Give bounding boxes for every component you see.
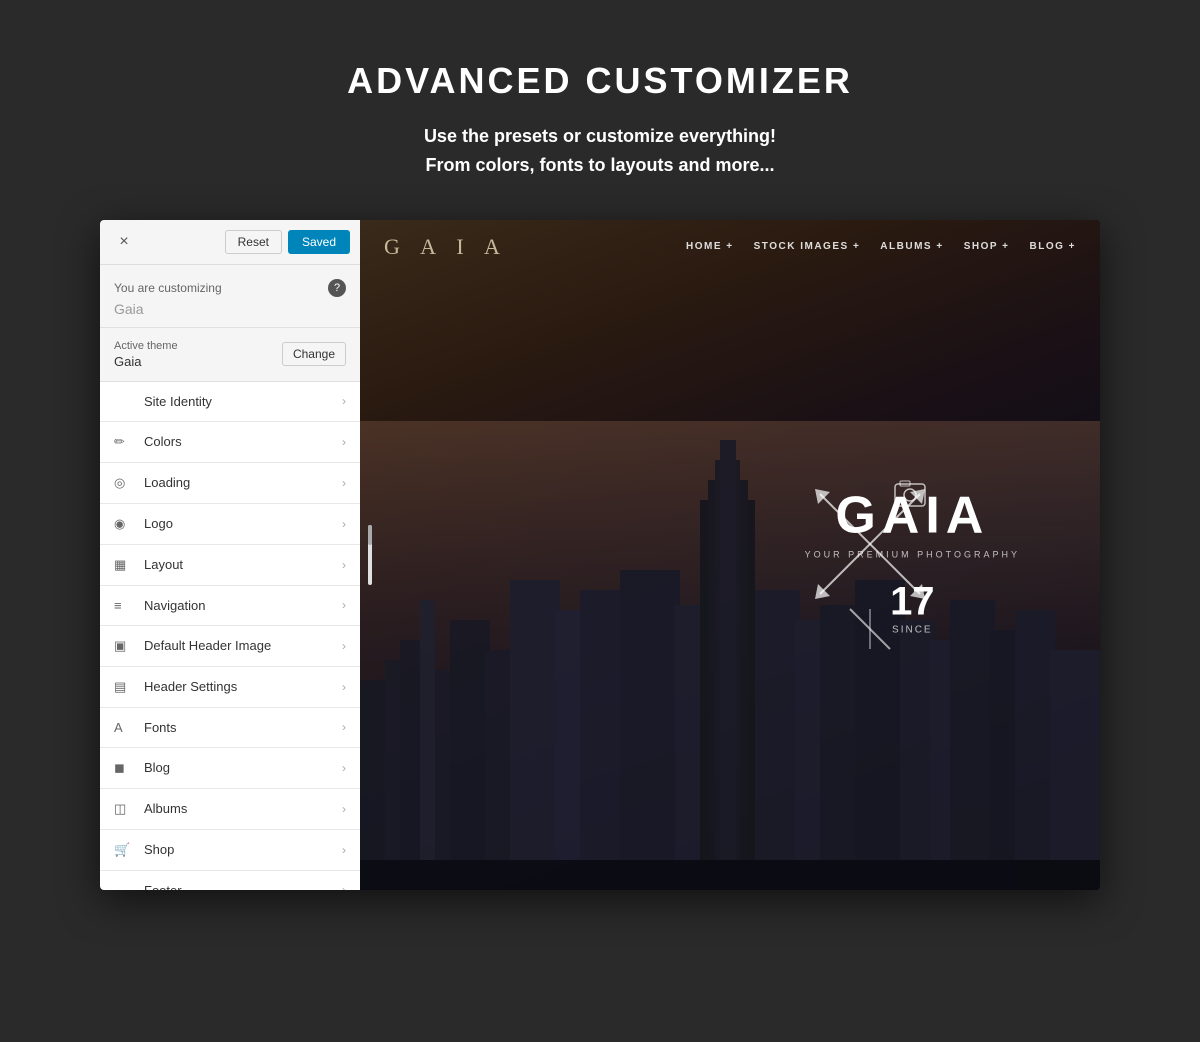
customizing-label-row: You are customizing ? [114,279,346,297]
menu-item-layout[interactable]: ▦ Layout › [100,545,360,586]
preview-tagline: YOUR PREMIUM PHOTOGRAPHY [805,549,1020,559]
menu-item-label-albums: Albums [144,801,342,816]
preview-nav-link-2: ALBUMS + [880,241,943,252]
menu-item-arrow-navigation: › [342,598,346,612]
customizer-wrapper: × Reset Saved You are customizing ? Gaia… [100,220,1100,890]
theme-section: Active theme Gaia Change [100,328,360,382]
menu-item-shop[interactable]: 🛒 Shop › [100,830,360,871]
menu-item-label-shop: Shop [144,842,342,857]
menu-item-arrow-albums: › [342,802,346,816]
menu-item-icon-default-header-image: ▣ [114,638,134,654]
preview-nav-link-0: HOME + [686,241,734,252]
scroll-indicator[interactable] [368,525,372,585]
menu-item-icon-fonts: A [114,720,134,735]
menu-item-fonts[interactable]: A Fonts › [100,708,360,748]
menu-item-icon-header-settings: ▤ [114,679,134,695]
menu-item-label-loading: Loading [144,475,342,490]
theme-info: Active theme Gaia [114,340,178,369]
menu-item-colors[interactable]: ✏ Colors › [100,422,360,463]
page-header: ADVANCED CUSTOMIZER Use the presets or c… [327,0,873,220]
menu-item-icon-albums: ◫ [114,801,134,817]
preview-site-title: GAIA [805,489,1020,541]
menu-item-arrow-loading: › [342,476,346,490]
menu-item-arrow-fonts: › [342,720,346,734]
menu-item-icon-colors: ✏ [114,434,134,450]
menu-item-arrow-blog: › [342,761,346,775]
menu-item-arrow-default-header-image: › [342,639,346,653]
preview-nav-links: HOME + STOCK IMAGES + ALBUMS + SHOP + BLOG + [686,241,1076,252]
help-icon[interactable]: ? [328,279,346,297]
close-button[interactable]: × [110,228,138,256]
menu-item-arrow-layout: › [342,558,346,572]
theme-name: Gaia [114,354,178,369]
menu-item-arrow-shop: › [342,843,346,857]
preview-background: G A I A HOME + STOCK IMAGES + ALBUMS + SHOP… [360,220,1100,890]
menu-item-icon-footer: — [114,883,134,890]
menu-item-albums[interactable]: ◫ Albums › [100,789,360,830]
reset-button[interactable]: Reset [225,230,282,254]
preview-logo: G A I A [384,234,508,260]
preview-since: SINCE [805,624,1020,635]
menu-item-default-header-image[interactable]: ▣ Default Header Image › [100,626,360,667]
menu-item-label-logo: Logo [144,516,342,531]
menu-item-arrow-site-identity: › [342,394,346,408]
preview-nav-link-3: SHOP + [964,241,1010,252]
change-theme-button[interactable]: Change [282,342,346,366]
menu-item-arrow-colors: › [342,435,346,449]
menu-item-label-colors: Colors [144,434,342,449]
scroll-thumb [368,525,372,545]
menu-item-icon-loading: ◎ [114,475,134,491]
preview-content: GAIA YOUR PREMIUM PHOTOGRAPHY 17 SINCE [805,489,1020,635]
menu-item-site-identity[interactable]: Site Identity › [100,382,360,422]
customizing-section: You are customizing ? Gaia [100,265,360,328]
page-subtitle: Use the presets or customize everything!… [347,122,853,180]
menu-item-icon-layout: ▦ [114,557,134,573]
menu-item-icon-navigation: ≡ [114,598,134,613]
menu-item-navigation[interactable]: ≡ Navigation › [100,586,360,626]
menu-item-loading[interactable]: ◎ Loading › [100,463,360,504]
menu-item-footer[interactable]: — Footer › [100,871,360,890]
menu-item-label-layout: Layout [144,557,342,572]
menu-item-icon-shop: 🛒 [114,842,134,858]
topbar-actions: Reset Saved [225,230,350,254]
menu-item-label-site-identity: Site Identity [144,394,342,409]
customizing-site-name: Gaia [114,301,346,317]
menu-item-logo[interactable]: ◉ Logo › [100,504,360,545]
page-title: ADVANCED CUSTOMIZER [347,60,853,102]
sidebar-topbar: × Reset Saved [100,220,360,265]
menu-item-icon-logo: ◉ [114,516,134,532]
customizing-label: You are customizing [114,281,222,295]
menu-item-blog[interactable]: ◼ Blog › [100,748,360,789]
menu-item-label-navigation: Navigation [144,598,342,613]
preview-nav-link-4: BLOG + [1029,241,1076,252]
menu-item-arrow-footer: › [342,883,346,890]
preview-nav: G A I A HOME + STOCK IMAGES + ALBUMS + SHOP… [360,220,1100,274]
menu-item-icon-blog: ◼ [114,760,134,776]
menu-item-arrow-logo: › [342,517,346,531]
menu-item-label-blog: Blog [144,760,342,775]
menu-item-label-default-header-image: Default Header Image [144,638,342,653]
menu-item-label-header-settings: Header Settings [144,679,342,694]
preview-number: 17 [805,579,1020,624]
customizer-sidebar: × Reset Saved You are customizing ? Gaia… [100,220,360,890]
preview-nav-link-1: STOCK IMAGES + [754,241,861,252]
customizer-preview: G A I A HOME + STOCK IMAGES + ALBUMS + SHOP… [360,220,1100,890]
menu-item-label-footer: Footer [144,883,342,890]
menu-item-label-fonts: Fonts [144,720,342,735]
saved-button[interactable]: Saved [288,230,350,254]
menu-items-list: Site Identity › ✏ Colors › ◎ Loading › ◉… [100,382,360,890]
menu-item-arrow-header-settings: › [342,680,346,694]
active-theme-label: Active theme [114,340,178,352]
menu-item-header-settings[interactable]: ▤ Header Settings › [100,667,360,708]
